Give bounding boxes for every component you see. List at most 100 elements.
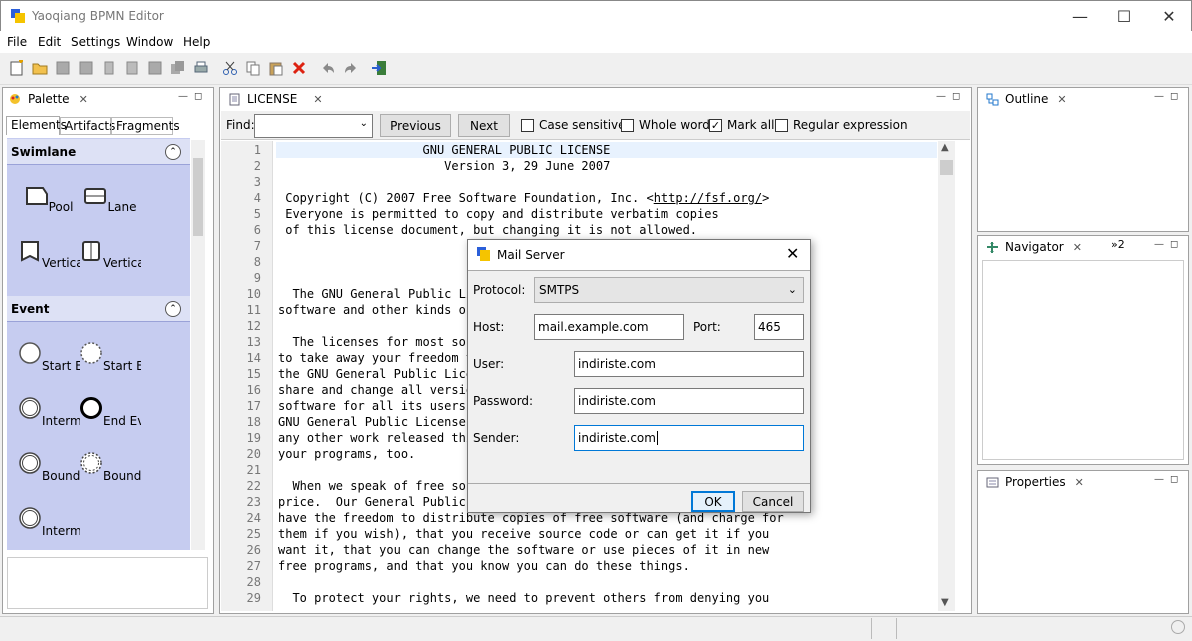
minimize-button[interactable]: — (1057, 1, 1103, 32)
tab-outline[interactable]: Outline ✕ (986, 88, 1067, 110)
mark-all-checkbox[interactable]: ✓ Mark all (709, 118, 774, 132)
line-number: 15 (246, 367, 261, 381)
case-sensitive-checkbox[interactable]: Case sensitive (521, 118, 626, 132)
navigator-canvas[interactable] (982, 260, 1184, 460)
dialog-close-icon[interactable]: ✕ (786, 244, 799, 263)
palette-item-intermediate-event-2[interactable]: Interme... (18, 506, 80, 538)
password-input[interactable]: indiriste.com (574, 388, 804, 414)
copy-icon[interactable] (245, 60, 261, 76)
scroll-up-icon[interactable]: ▲ (941, 142, 949, 153)
maximize-button[interactable]: ☐ (1101, 1, 1147, 32)
ok-button[interactable]: OK (691, 491, 735, 512)
palette-item-label: Lane (107, 200, 137, 214)
palette-scroll-thumb[interactable] (193, 158, 203, 236)
palette-item-start-event-dashed[interactable]: Start Ev... (79, 341, 141, 373)
user-label: User: (473, 357, 505, 371)
palette-item-boundary-event-dashed[interactable]: Boundar... (79, 451, 141, 483)
regular-expression-checkbox[interactable]: Regular expression (775, 118, 908, 132)
tab-properties[interactable]: Properties ✕ (986, 471, 1084, 493)
save-as-icon[interactable] (78, 60, 94, 76)
port-input[interactable]: 465 (754, 314, 804, 340)
palette-item-label: Boundar... (42, 469, 80, 483)
editor-minmax-icon[interactable]: —◻ (936, 91, 966, 102)
menu-settings[interactable]: Settings (71, 35, 120, 49)
palette-item-label: Start Ev... (103, 359, 141, 373)
palette-item-end-event[interactable]: End Event (79, 396, 141, 428)
next-button[interactable]: Next (458, 114, 510, 137)
collapse-icon[interactable]: ⌃ (165, 301, 181, 317)
close-icon[interactable]: ✕ (79, 93, 88, 106)
palette-item-lane[interactable]: Lane (79, 186, 141, 214)
palette-item-vertical-lane[interactable]: Vertical L... (79, 240, 141, 270)
cancel-button[interactable]: Cancel (742, 491, 804, 512)
close-icon[interactable]: ✕ (1075, 476, 1084, 489)
close-button[interactable]: ✕ (1146, 1, 1192, 32)
code-line: GNU General Public License (278, 415, 466, 429)
palette-item-start-event[interactable]: Start Event (18, 341, 80, 373)
whole-word-checkbox[interactable]: Whole word (621, 118, 710, 132)
palette-item-intermediate-event[interactable]: Interme... (18, 396, 80, 428)
menu-file[interactable]: File (7, 35, 27, 49)
fsf-link[interactable]: http://fsf.org/ (654, 191, 762, 205)
new-file-icon[interactable] (9, 60, 25, 76)
line-number: 4 (253, 191, 261, 205)
print-preview-icon[interactable] (124, 60, 140, 76)
sender-input[interactable]: indiriste.com (574, 425, 804, 451)
redo-icon[interactable] (343, 60, 359, 76)
password-value: indiriste.com (578, 394, 656, 408)
cut-icon[interactable] (222, 60, 238, 76)
port-label: Port: (693, 320, 721, 334)
menu-edit[interactable]: Edit (38, 35, 61, 49)
view-overflow-button[interactable]: »2 (1111, 238, 1125, 251)
editor-scrollbar[interactable] (938, 141, 955, 611)
print-icon[interactable] (193, 60, 209, 76)
palette-minmax-icon[interactable]: —◻ (178, 91, 208, 102)
close-icon[interactable]: ✕ (1073, 241, 1082, 254)
properties-minmax-icon[interactable]: —◻ (1154, 474, 1184, 485)
open-folder-icon[interactable] (32, 60, 48, 76)
export-icon[interactable] (101, 60, 117, 76)
palette-item-vertical-pool[interactable]: Vertical ... (18, 240, 80, 270)
find-input[interactable]: ⌄ (254, 114, 373, 138)
resize-grip-icon[interactable] (1171, 620, 1185, 634)
tab-license[interactable]: LICENSE ✕ (228, 88, 323, 110)
previous-button[interactable]: Previous (380, 114, 451, 137)
line-number: 5 (253, 207, 261, 221)
user-value: indiriste.com (578, 357, 656, 371)
tab-palette[interactable]: Palette ✕ (9, 88, 88, 110)
navigator-minmax-icon[interactable]: —◻ (1154, 239, 1184, 250)
copy-file-icon[interactable] (170, 60, 186, 76)
image-icon[interactable] (147, 60, 163, 76)
close-icon[interactable]: ✕ (1057, 93, 1066, 106)
code-line: GNU GENERAL PUBLIC LICENSE (278, 143, 611, 157)
undo-icon[interactable] (320, 60, 336, 76)
code-line: want it, that you can change the softwar… (278, 543, 770, 557)
code-line: software and other kinds of (278, 303, 474, 317)
drawer-event-header[interactable]: Event (7, 296, 190, 322)
menu-help[interactable]: Help (183, 35, 210, 49)
drawer-swimlane-header[interactable]: Swimlane (7, 139, 190, 165)
subtab-elements[interactable]: Elements (6, 116, 67, 135)
save-icon[interactable] (55, 60, 71, 76)
outline-minmax-icon[interactable]: —◻ (1154, 91, 1184, 102)
paste-icon[interactable] (268, 60, 284, 76)
protocol-select[interactable]: SMTPS ⌄ (534, 277, 804, 303)
tab-palette-label: Palette (28, 92, 70, 106)
menu-window[interactable]: Window (126, 35, 173, 49)
checkbox-box (621, 118, 634, 132)
collapse-icon[interactable]: ⌃ (165, 144, 181, 160)
scroll-down-icon[interactable]: ▼ (941, 597, 949, 608)
palette-item-boundary-event[interactable]: Boundar... (18, 451, 80, 483)
close-icon[interactable]: ✕ (313, 93, 322, 106)
subtab-fragments[interactable]: Fragments (111, 117, 180, 135)
subtab-artifacts[interactable]: Artifacts (60, 117, 115, 135)
delete-icon[interactable] (291, 60, 307, 76)
tab-navigator[interactable]: Navigator ✕ (986, 236, 1082, 258)
exit-icon[interactable] (371, 60, 387, 76)
user-input[interactable]: indiriste.com (574, 351, 804, 377)
host-input[interactable]: mail.example.com (534, 314, 684, 340)
line-number: 8 (253, 255, 261, 269)
boundary-event-noninterrupting-icon (80, 452, 102, 474)
palette-item-pool[interactable]: Pool (18, 186, 80, 214)
editor-scroll-thumb[interactable] (940, 160, 953, 175)
